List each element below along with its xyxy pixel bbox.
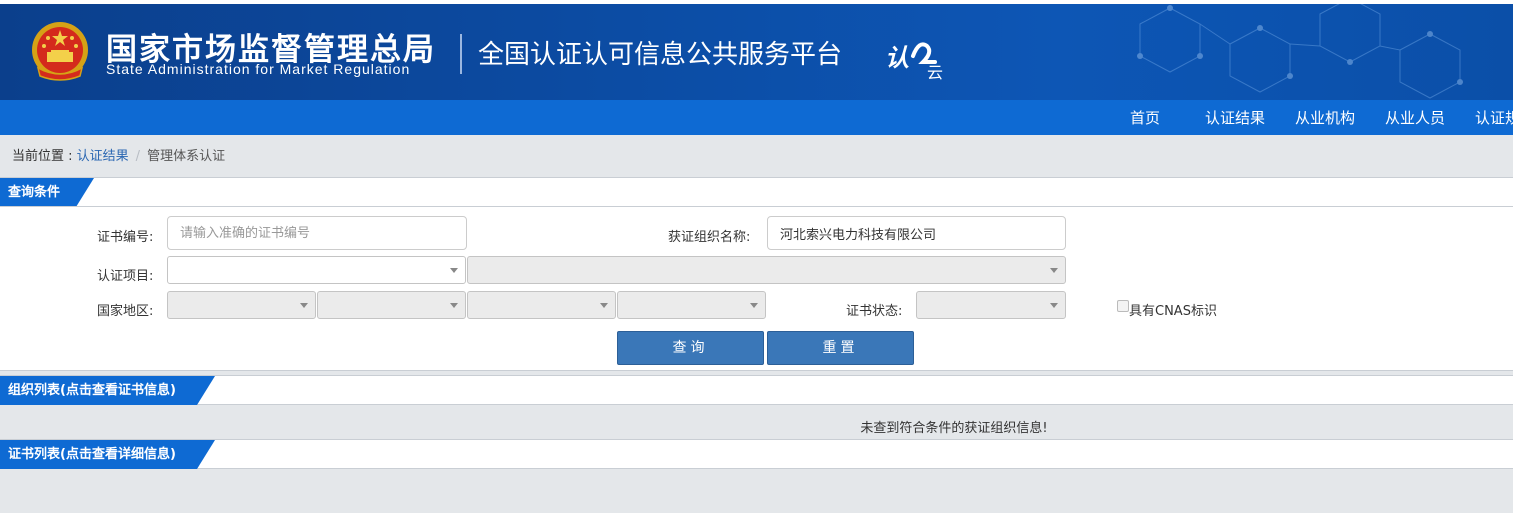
agency-name-en: State Administration for Market Regulati…: [106, 61, 411, 77]
org-list-empty-message: 未查到符合条件的获证组织信息!: [860, 421, 1048, 436]
platform-title: 全国认证认可信息公共服务平台: [478, 40, 843, 70]
org-list-title: 组织列表(点击查看证书信息): [0, 376, 215, 405]
chevron-down-icon: [1050, 268, 1058, 273]
org-list-empty-row: 未查到符合条件的获证组织信息!: [0, 410, 1513, 438]
cert-list-title: 证书列表(点击查看详细信息): [0, 440, 215, 469]
divider: [0, 206, 1513, 207]
region-district-select[interactable]: [617, 291, 766, 319]
org-name-label: 获证组织名称:: [668, 230, 751, 245]
cert-no-input[interactable]: [167, 216, 467, 250]
reset-button[interactable]: 重置: [767, 331, 914, 365]
region-province-select[interactable]: [317, 291, 466, 319]
svg-text:云: 云: [927, 63, 943, 82]
header-divider: [460, 34, 462, 74]
nav-item-institutions[interactable]: 从业机构: [1295, 100, 1355, 135]
chevron-down-icon: [1050, 303, 1058, 308]
cert-status-label: 证书状态:: [846, 304, 903, 319]
search-button[interactable]: 查询: [617, 331, 764, 365]
org-name-input[interactable]: [767, 216, 1066, 250]
breadcrumb: 当前位置 : 认证结果 / 管理体系认证: [12, 145, 225, 164]
cert-subitem-select[interactable]: [467, 256, 1066, 284]
query-panel-title: 查询条件: [0, 178, 94, 207]
cert-no-label: 证书编号:: [97, 230, 154, 245]
national-emblem-icon: [32, 22, 88, 81]
query-panel: 查询条件 证书编号: 获证组织名称: 认证项目: 国家地区: 证书状态: 具有C…: [0, 177, 1513, 371]
renyun-logo-icon: 认 云: [885, 42, 943, 82]
main-nav: 首页 认证结果 从业机构 从业人员 认证规: [0, 100, 1513, 135]
cert-item-label: 认证项目:: [97, 269, 154, 284]
region-country-select[interactable]: [167, 291, 316, 319]
chevron-down-icon: [300, 303, 308, 308]
org-list-panel: 组织列表(点击查看证书信息): [0, 375, 1513, 405]
nav-item-cert-results[interactable]: 认证结果: [1205, 100, 1265, 135]
nav-item-cert-rules[interactable]: 认证规: [1475, 100, 1513, 135]
chevron-down-icon: [600, 303, 608, 308]
svg-text:认: 认: [885, 44, 909, 72]
region-label: 国家地区:: [97, 304, 154, 319]
cnas-checkbox[interactable]: [1117, 300, 1129, 312]
region-city-select[interactable]: [467, 291, 616, 319]
breadcrumb-link-cert-results[interactable]: 认证结果: [77, 149, 129, 164]
breadcrumb-prefix: 当前位置 :: [12, 149, 77, 164]
cert-list-panel: 证书列表(点击查看详细信息): [0, 439, 1513, 469]
cnas-label: 具有CNAS标识: [1129, 304, 1217, 319]
cert-item-select[interactable]: [167, 256, 466, 284]
breadcrumb-current: 管理体系认证: [147, 149, 226, 164]
nav-item-home[interactable]: 首页: [1130, 100, 1160, 135]
nav-item-practitioners[interactable]: 从业人员: [1385, 100, 1445, 135]
header-banner: 国家市场监督管理总局 State Administration for Mark…: [0, 4, 1513, 100]
breadcrumb-separator: /: [135, 149, 141, 164]
chevron-down-icon: [750, 303, 758, 308]
chevron-down-icon: [450, 303, 458, 308]
network-decoration: [1137, 4, 1463, 99]
cert-status-select[interactable]: [916, 291, 1066, 319]
chevron-down-icon: [450, 268, 458, 273]
